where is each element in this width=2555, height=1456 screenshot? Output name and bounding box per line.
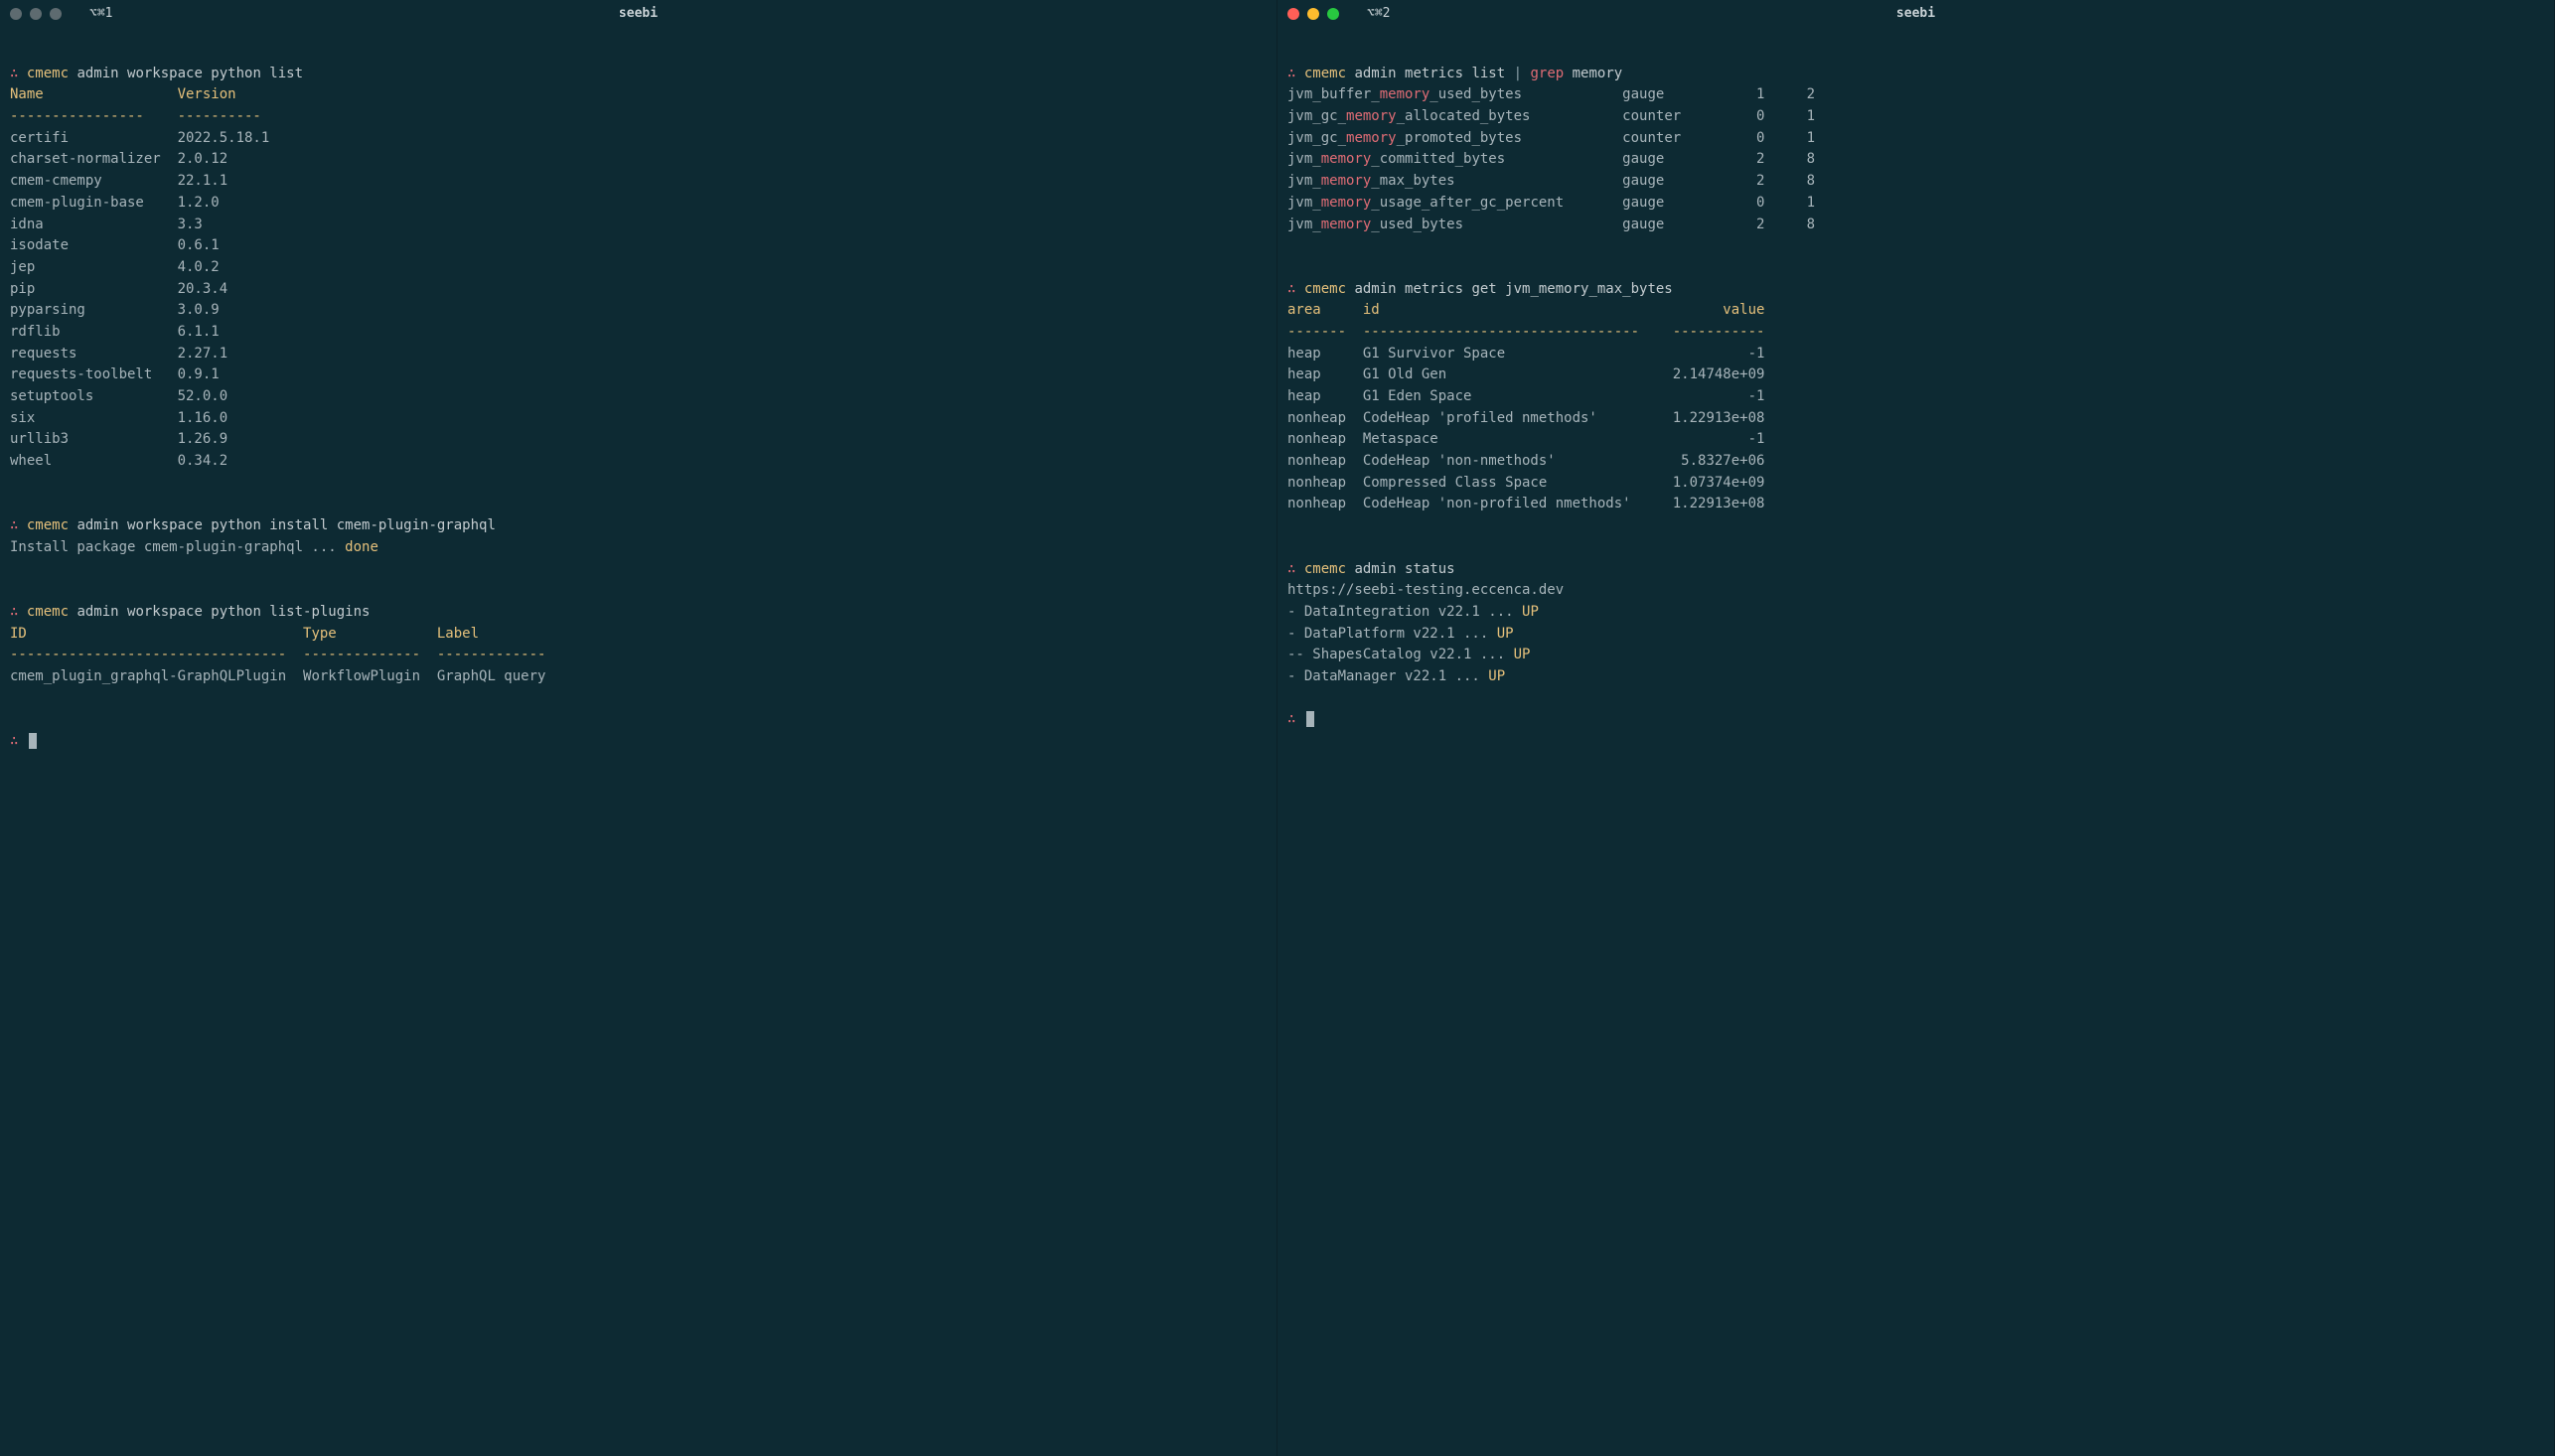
window-title-left: seebi [619,4,658,24]
close-icon[interactable] [1287,8,1299,20]
table-row: pyparsing 3.0.9 [10,300,1267,322]
terminal-output-left[interactable]: ∴ cmemc admin workspace python listName … [0,28,1277,1456]
table-row: nonheap CodeHeap 'profiled nmethods' 1.2… [1287,408,2544,430]
table-row: urllib3 1.26.9 [10,429,1267,451]
table-row: charset-normalizer 2.0.12 [10,149,1267,171]
terminal-output-right[interactable]: ∴ cmemc admin metrics list | grep memory… [1278,28,2554,1456]
traffic-lights-dimmed[interactable] [10,8,62,20]
table-row: jvm_memory_committed_bytes gauge 2 8 [1287,149,2544,171]
table-row: nonheap Metaspace -1 [1287,429,2544,451]
table-row: jep 4.0.2 [10,257,1267,279]
table-row: heap G1 Survivor Space -1 [1287,344,2544,365]
table-row: wheel 0.34.2 [10,451,1267,473]
cursor-icon [29,733,37,749]
close-icon[interactable] [10,8,22,20]
table-row: cmem-cmempy 22.1.1 [10,171,1267,193]
table-row: heap G1 Old Gen 2.14748e+09 [1287,364,2544,386]
table-row: jvm_gc_memory_promoted_bytes counter 0 1 [1287,128,2544,150]
terminal-pane-left: ⌥⌘1 seebi ∴ cmemc admin workspace python… [0,0,1278,1456]
table-row: isodate 0.6.1 [10,235,1267,257]
titlebar-right: ⌥⌘2 seebi [1278,0,2554,28]
window-title-right: seebi [1896,4,1935,24]
table-row: pip 20.3.4 [10,279,1267,301]
table-row: requests-toolbelt 0.9.1 [10,364,1267,386]
minimize-icon[interactable] [1307,8,1319,20]
table-row: jvm_gc_memory_allocated_bytes counter 0 … [1287,106,2544,128]
table-row: jvm_memory_usage_after_gc_percent gauge … [1287,193,2544,215]
table-row: jvm_memory_max_bytes gauge 2 8 [1287,171,2544,193]
traffic-lights-active[interactable] [1287,8,1339,20]
table-row: nonheap CodeHeap 'non-profiled nmethods'… [1287,494,2544,515]
table-row: cmem_plugin_graphql-GraphQLPlugin Workfl… [10,666,1267,688]
zoom-icon[interactable] [1327,8,1339,20]
table-row: setuptools 52.0.0 [10,386,1267,408]
table-row: jvm_buffer_memory_used_bytes gauge 1 2 [1287,84,2544,106]
table-row: nonheap CodeHeap 'non-nmethods' 5.8327e+… [1287,451,2544,473]
minimize-icon[interactable] [30,8,42,20]
tab-indicator-right: ⌥⌘2 [1367,4,1390,24]
table-row: six 1.16.0 [10,408,1267,430]
table-row: rdflib 6.1.1 [10,322,1267,344]
zoom-icon[interactable] [50,8,62,20]
table-row: nonheap Compressed Class Space 1.07374e+… [1287,473,2544,495]
terminal-pane-right: ⌥⌘2 seebi ∴ cmemc admin metrics list | g… [1278,0,2555,1456]
tab-indicator-left: ⌥⌘1 [89,4,112,24]
table-row: jvm_memory_used_bytes gauge 2 8 [1287,215,2544,236]
titlebar-left: ⌥⌘1 seebi [0,0,1277,28]
table-row: idna 3.3 [10,215,1267,236]
table-row: certifi 2022.5.18.1 [10,128,1267,150]
table-row: heap G1 Eden Space -1 [1287,386,2544,408]
table-row: cmem-plugin-base 1.2.0 [10,193,1267,215]
cursor-icon [1306,711,1314,727]
table-row: requests 2.27.1 [10,344,1267,365]
